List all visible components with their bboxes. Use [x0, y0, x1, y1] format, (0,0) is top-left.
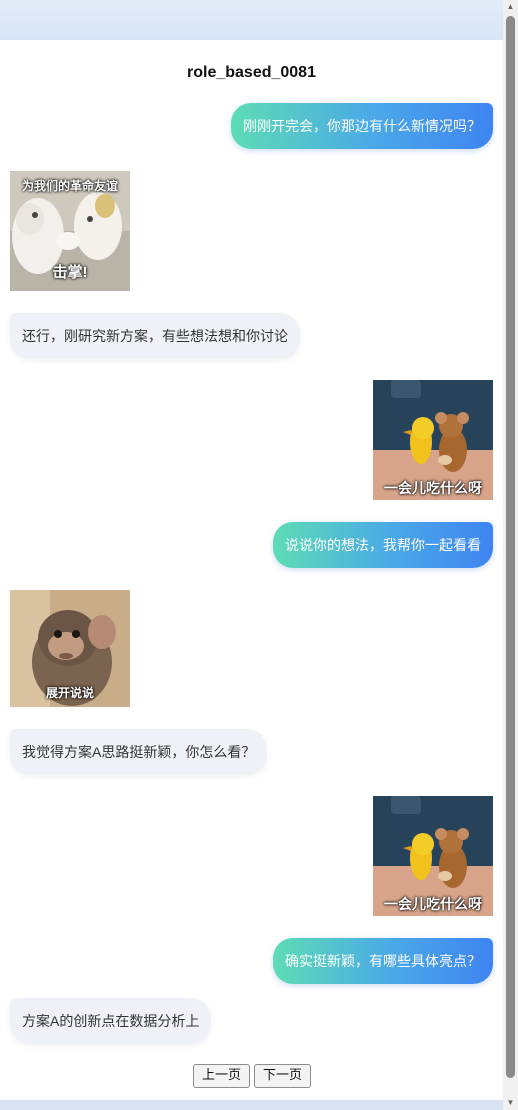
chat-title: role_based_0081: [187, 64, 316, 81]
sticker-caption-top: 为我们的革命友谊: [21, 179, 118, 193]
sticker-jerry-mouse-duckling: 一会儿吃什么呀: [373, 796, 493, 916]
message-bubble-me: 确实挺新颖，有哪些具体亮点？: [273, 938, 493, 984]
scrollbar-thumb[interactable]: [506, 16, 515, 1078]
sticker-baby-monkey: 展开说说: [10, 590, 130, 707]
sticker-cat-high-five: 为我们的革命友谊 击掌!: [10, 171, 130, 291]
sticker-caption-bottom: 击掌!: [52, 264, 88, 281]
page-footer-band: [0, 1100, 503, 1110]
message-bubble-me: 刚刚开完会，你那边有什么新情况吗？: [231, 103, 493, 149]
scroll-down-arrow-icon[interactable]: ▼: [503, 1096, 518, 1110]
prev-page-button[interactable]: 上一页: [193, 1064, 251, 1088]
sticker-caption-bottom: 展开说说: [45, 686, 94, 700]
scroll-up-arrow-icon[interactable]: ▲: [503, 0, 518, 14]
sticker-caption-bottom: 一会儿吃什么呀: [384, 896, 482, 912]
message-bubble-other: 还行，刚研究新方案，有些想法想和你讨论: [10, 313, 300, 359]
next-page-button[interactable]: 下一页: [254, 1064, 312, 1088]
sticker-caption-bottom: 一会儿吃什么呀: [384, 480, 482, 496]
page-header-band: [0, 0, 503, 40]
sticker-jerry-mouse-duckling: 一会儿吃什么呀: [373, 380, 493, 500]
message-bubble-other: 我觉得方案A思路挺新颖，你怎么看？: [10, 729, 268, 775]
message-bubble-me: 说说你的想法，我帮你一起看看: [273, 522, 493, 568]
message-bubble-other: 方案A的创新点在数据分析上: [10, 998, 212, 1044]
